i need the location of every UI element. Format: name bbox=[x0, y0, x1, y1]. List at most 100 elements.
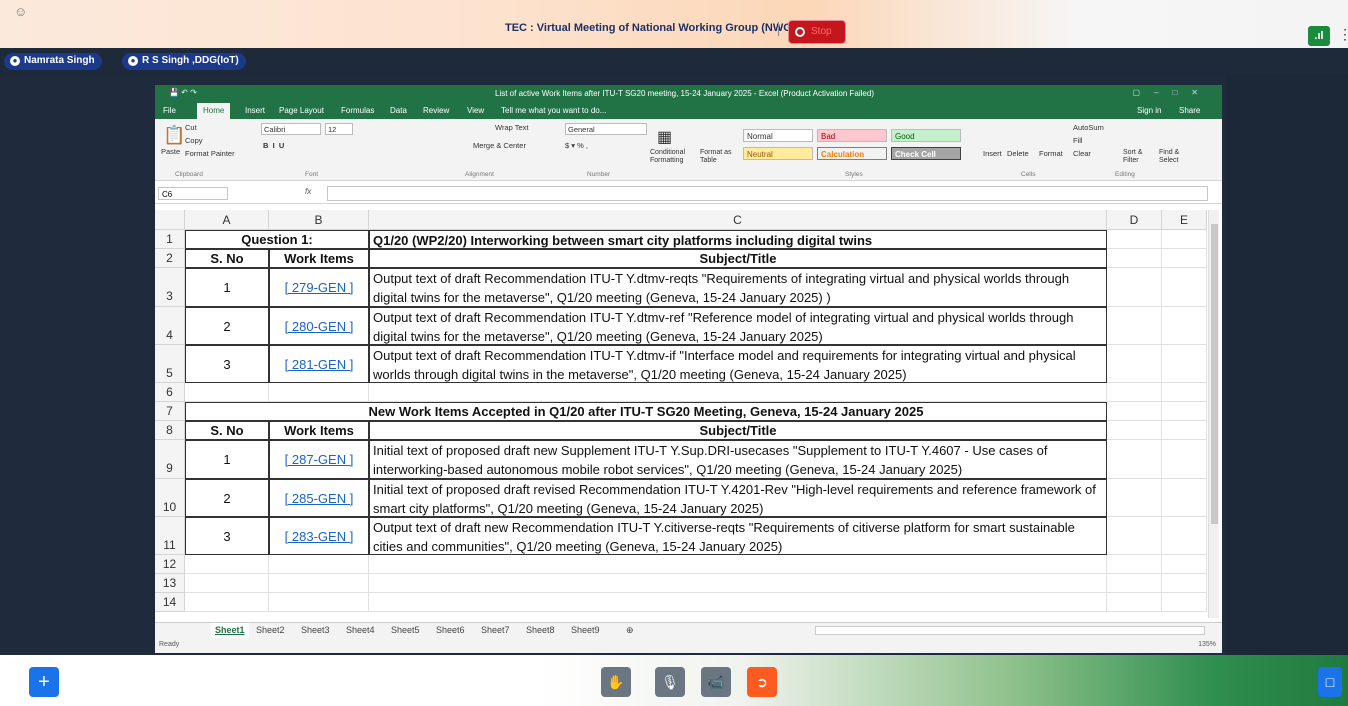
sheet-tab[interactable]: Sheet8 bbox=[526, 625, 555, 635]
cell[interactable] bbox=[1162, 479, 1207, 517]
serial-number[interactable]: 3 bbox=[185, 345, 269, 383]
row-header[interactable]: 9 bbox=[155, 440, 185, 479]
tab-file[interactable]: File bbox=[163, 106, 176, 115]
sheet-tab[interactable]: Sheet1 bbox=[211, 623, 249, 639]
cell[interactable] bbox=[1107, 555, 1162, 574]
paste-button[interactable]: Paste bbox=[161, 147, 180, 156]
currency-icon[interactable]: $ ▾ % , bbox=[565, 141, 588, 150]
sheet-tab[interactable]: Sheet4 bbox=[346, 625, 375, 635]
cell[interactable] bbox=[1162, 402, 1207, 421]
header-subject[interactable]: Subject/Title bbox=[369, 249, 1107, 268]
work-item-link[interactable]: [ 283-GEN ] bbox=[269, 517, 369, 555]
formula-input[interactable] bbox=[327, 186, 1208, 201]
row-header[interactable]: 6 bbox=[155, 383, 185, 402]
column-header[interactable]: D bbox=[1107, 210, 1162, 230]
style-normal[interactable]: Normal bbox=[743, 129, 813, 142]
work-item-link-text[interactable]: [ 283-GEN ] bbox=[285, 529, 354, 544]
row-header[interactable]: 5 bbox=[155, 345, 185, 383]
tab-data[interactable]: Data bbox=[390, 106, 407, 115]
cell[interactable] bbox=[269, 555, 369, 574]
work-item-link-text[interactable]: [ 279-GEN ] bbox=[285, 280, 354, 295]
tab-review[interactable]: Review bbox=[423, 106, 449, 115]
header-subject[interactable]: Subject/Title bbox=[369, 421, 1107, 440]
subject-title[interactable]: Output text of draft new Recommendation … bbox=[369, 517, 1107, 555]
participant-chip[interactable]: ● R S Singh ,DDG(IoT) bbox=[122, 53, 246, 70]
style-calculation[interactable]: Calculation bbox=[817, 147, 887, 160]
clear-button[interactable]: Clear bbox=[1073, 149, 1091, 158]
subject-title[interactable]: Output text of draft Recommendation ITU-… bbox=[369, 268, 1107, 307]
zoom-level[interactable]: 135% bbox=[1198, 641, 1216, 648]
cell[interactable] bbox=[1107, 249, 1162, 268]
cell[interactable] bbox=[1107, 574, 1162, 593]
chat-icon[interactable]: □ bbox=[1318, 667, 1342, 697]
cell[interactable] bbox=[1107, 268, 1162, 307]
question-title[interactable]: Q1/20 (WP2/20) Interworking between smar… bbox=[369, 230, 1107, 249]
work-item-link-text[interactable]: [ 280-GEN ] bbox=[285, 319, 354, 334]
leave-icon[interactable]: ➲ bbox=[747, 667, 777, 697]
vertical-scrollbar[interactable] bbox=[1208, 210, 1219, 618]
header-sno[interactable]: S. No bbox=[185, 421, 269, 440]
cell[interactable] bbox=[185, 574, 269, 593]
row-header[interactable]: 1 bbox=[155, 230, 185, 249]
work-item-link-text[interactable]: [ 287-GEN ] bbox=[285, 452, 354, 467]
sign-in-link[interactable]: Sign in bbox=[1137, 106, 1161, 115]
column-header[interactable]: A bbox=[185, 210, 269, 230]
wrap-text-button[interactable]: Wrap Text bbox=[495, 123, 529, 132]
cell[interactable] bbox=[1162, 230, 1207, 249]
cell[interactable] bbox=[1107, 230, 1162, 249]
share-button[interactable]: Share bbox=[1179, 106, 1200, 115]
cell[interactable] bbox=[1107, 307, 1162, 345]
row-header[interactable]: 7 bbox=[155, 402, 185, 421]
tell-me-search[interactable]: Tell me what you want to do... bbox=[501, 106, 606, 115]
row-header[interactable]: 8 bbox=[155, 421, 185, 440]
question-label[interactable]: Question 1: bbox=[185, 230, 369, 249]
row-header[interactable]: 10 bbox=[155, 479, 185, 517]
conditional-formatting-button[interactable]: Conditional Formatting bbox=[650, 149, 696, 165]
work-item-link[interactable]: [ 280-GEN ] bbox=[269, 307, 369, 345]
sheet-tab[interactable]: Sheet5 bbox=[391, 625, 420, 635]
raise-hand-icon[interactable]: ✋ bbox=[601, 667, 631, 697]
cell[interactable] bbox=[1107, 345, 1162, 383]
cell[interactable] bbox=[1107, 402, 1162, 421]
paste-icon[interactable]: 📋 bbox=[163, 125, 185, 146]
style-good[interactable]: Good bbox=[891, 129, 961, 142]
cell[interactable] bbox=[269, 574, 369, 593]
autosum-button[interactable]: AutoSum bbox=[1073, 123, 1104, 132]
participant-chip[interactable]: ● Namrata Singh bbox=[4, 53, 102, 70]
bold-icon[interactable]: B I U bbox=[263, 141, 284, 150]
mic-off-icon[interactable]: 🎙 bbox=[655, 667, 685, 697]
tab-view[interactable]: View bbox=[467, 106, 484, 115]
cell[interactable] bbox=[369, 383, 1107, 402]
cell[interactable] bbox=[185, 555, 269, 574]
add-icon[interactable]: + bbox=[29, 667, 59, 697]
signal-bars-icon[interactable]: .ıl bbox=[1308, 26, 1330, 46]
record-button[interactable]: Stop bbox=[788, 20, 846, 44]
section-title[interactable]: New Work Items Accepted in Q1/20 after I… bbox=[185, 402, 1107, 421]
cell[interactable] bbox=[185, 383, 269, 402]
cell[interactable] bbox=[1162, 307, 1207, 345]
cell[interactable] bbox=[1162, 383, 1207, 402]
cell[interactable] bbox=[369, 593, 1107, 612]
cell[interactable] bbox=[369, 574, 1107, 593]
sort-filter-button[interactable]: Sort & Filter bbox=[1123, 149, 1155, 165]
font-name-select[interactable]: Calibri bbox=[261, 123, 321, 135]
window-controls[interactable]: ▢–□✕ bbox=[1132, 88, 1212, 97]
sheet-tab[interactable]: Sheet9 bbox=[571, 625, 600, 635]
format-cells-button[interactable]: Format bbox=[1039, 149, 1063, 158]
column-header[interactable]: C bbox=[369, 210, 1107, 230]
work-item-link[interactable]: [ 285-GEN ] bbox=[269, 479, 369, 517]
cell[interactable] bbox=[1107, 479, 1162, 517]
row-header[interactable]: 11 bbox=[155, 517, 185, 555]
insert-cells-button[interactable]: Insert bbox=[983, 149, 1002, 158]
subject-title[interactable]: Output text of draft Recommendation ITU-… bbox=[369, 307, 1107, 345]
subject-title[interactable]: Output text of draft Recommendation ITU-… bbox=[369, 345, 1107, 383]
spreadsheet-grid[interactable]: A B C D E 1 Question 1: Q1/20 (WP2/20) Interwor… bbox=[155, 210, 1222, 620]
cell[interactable] bbox=[1162, 555, 1207, 574]
video-off-icon[interactable]: 📹 bbox=[701, 667, 731, 697]
cell[interactable] bbox=[1107, 421, 1162, 440]
sheet-tab[interactable]: Sheet2 bbox=[256, 625, 285, 635]
header-work-items[interactable]: Work Items bbox=[269, 249, 369, 268]
work-item-link-text[interactable]: [ 281-GEN ] bbox=[285, 357, 354, 372]
cell[interactable] bbox=[1162, 440, 1207, 479]
cell[interactable] bbox=[1162, 593, 1207, 612]
